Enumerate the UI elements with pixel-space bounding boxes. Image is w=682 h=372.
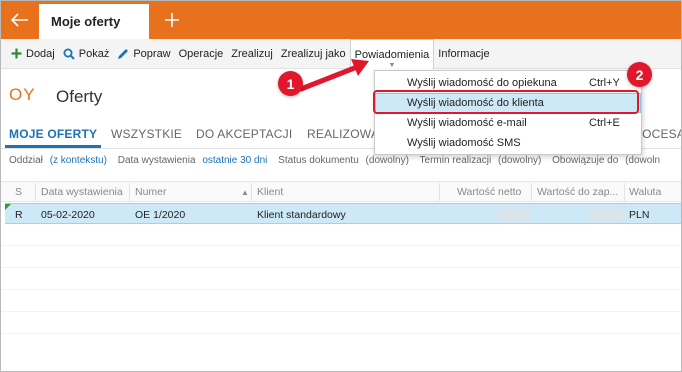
highlight-frame bbox=[373, 90, 639, 114]
toolbar: Dodaj Pokaż Popraw Operacje Zrealizuj Zr… bbox=[1, 38, 681, 70]
filter-realization-date[interactable]: Termin realizacji (dowolny) bbox=[420, 155, 546, 166]
menu-item-send-email[interactable]: Wyślij wiadomość e-mail Ctrl+E bbox=[375, 113, 641, 133]
column-divider bbox=[531, 183, 532, 201]
chevron-down-icon: ▼ bbox=[388, 61, 396, 69]
column-amount-due[interactable]: Wartość do zap... bbox=[537, 186, 618, 198]
cell-currency: PLN bbox=[629, 209, 650, 221]
tab-my-offers[interactable]: MOJE OFERTY bbox=[9, 127, 97, 141]
add-label: Dodaj bbox=[26, 47, 55, 60]
cell-net-value-redacted bbox=[497, 209, 531, 220]
operations-menu[interactable]: Operacje bbox=[175, 39, 228, 69]
filter-bar: Oddział (z kontekstu) Data wystawienia o… bbox=[9, 155, 681, 173]
title-bar: Moje oferty bbox=[1, 1, 681, 39]
filter-branch[interactable]: Oddział (z kontekstu) bbox=[9, 155, 111, 166]
filter-valid-until[interactable]: Obowiązuje do (dowoln bbox=[552, 155, 664, 166]
filter-issue-date[interactable]: Data wystawienia ostatnie 30 dni bbox=[118, 155, 272, 166]
step-badge-2: 2 bbox=[627, 62, 652, 87]
table-row[interactable]: R 05-02-2020 OE 1/2020 Klient standardow… bbox=[5, 203, 681, 224]
column-divider bbox=[624, 183, 625, 201]
add-tab-button[interactable] bbox=[157, 6, 187, 34]
notifications-menu[interactable]: Powiadomienia ▼ bbox=[349, 38, 435, 70]
module-code: OY bbox=[9, 85, 36, 104]
grid-line bbox=[1, 333, 681, 334]
row-marker bbox=[5, 204, 11, 210]
tab-realized[interactable]: REALIZOWA bbox=[307, 127, 379, 141]
column-divider bbox=[251, 183, 252, 201]
plus-icon bbox=[11, 48, 22, 59]
tab-moje-oferty[interactable]: Moje oferty bbox=[39, 4, 149, 39]
column-divider bbox=[35, 183, 36, 201]
realize-button[interactable]: Zrealizuj bbox=[227, 39, 277, 69]
column-currency[interactable]: Waluta bbox=[629, 186, 661, 198]
page-title: Oferty bbox=[56, 87, 103, 106]
step-badge-1: 1 bbox=[278, 71, 303, 96]
column-status[interactable]: S bbox=[15, 186, 22, 198]
sort-ascending-icon: ▲ bbox=[241, 188, 249, 197]
cell-client: Klient standardowy bbox=[257, 209, 346, 221]
shortcut-label: Ctrl+E bbox=[589, 117, 620, 129]
information-menu[interactable]: Informacje bbox=[434, 39, 493, 69]
app-window: Moje oferty Dodaj Pokaż Popraw Operacje … bbox=[0, 0, 682, 372]
grid-line bbox=[1, 311, 681, 312]
notifications-label: Powiadomienia bbox=[354, 48, 430, 61]
realize-as-label: Zrealizuj jako bbox=[280, 47, 346, 60]
column-divider bbox=[129, 183, 130, 201]
back-button[interactable] bbox=[1, 1, 39, 39]
realize-as-menu[interactable]: Zrealizuj jako bbox=[277, 39, 350, 69]
grid-line bbox=[1, 289, 681, 290]
cell-amount-due-redacted bbox=[589, 209, 625, 220]
show-button[interactable]: Pokaż bbox=[59, 39, 114, 69]
grid-line bbox=[1, 267, 681, 268]
filter-document-status[interactable]: Status dokumentu (dowolny) bbox=[278, 155, 413, 166]
cell-status: R bbox=[15, 209, 23, 221]
show-label: Pokaż bbox=[78, 47, 110, 60]
shortcut-label: Ctrl+Y bbox=[589, 77, 620, 89]
cell-issue-date: 05-02-2020 bbox=[41, 209, 95, 221]
tab-title: Moje oferty bbox=[51, 14, 121, 29]
active-tab-indicator bbox=[5, 145, 101, 148]
column-divider bbox=[439, 183, 440, 201]
tab-all[interactable]: WSZYSTKIE bbox=[111, 127, 182, 141]
pencil-icon bbox=[118, 48, 129, 59]
operations-label: Operacje bbox=[178, 47, 224, 60]
column-number[interactable]: Numer bbox=[135, 186, 167, 198]
grid-line bbox=[1, 245, 681, 246]
column-issue-date[interactable]: Data wystawienia bbox=[41, 186, 123, 198]
edit-button[interactable]: Popraw bbox=[113, 39, 174, 69]
realize-label: Zrealizuj bbox=[231, 47, 273, 60]
add-button[interactable]: Dodaj bbox=[7, 39, 59, 69]
column-client[interactable]: Klient bbox=[257, 186, 283, 198]
menu-item-send-sms[interactable]: Wyślij wiadomość SMS bbox=[375, 133, 641, 153]
back-arrow-icon bbox=[11, 13, 28, 27]
column-net-value[interactable]: Wartość netto bbox=[457, 186, 521, 198]
plus-icon bbox=[165, 13, 179, 27]
tab-to-accept[interactable]: DO AKCEPTACJI bbox=[196, 127, 292, 141]
information-label: Informacje bbox=[438, 47, 490, 60]
cell-number: OE 1/2020 bbox=[135, 209, 186, 221]
edit-label: Popraw bbox=[133, 47, 171, 60]
search-icon bbox=[63, 48, 75, 60]
grid-header: S Data wystawienia Numer ▲ Klient Wartoś… bbox=[1, 181, 681, 202]
